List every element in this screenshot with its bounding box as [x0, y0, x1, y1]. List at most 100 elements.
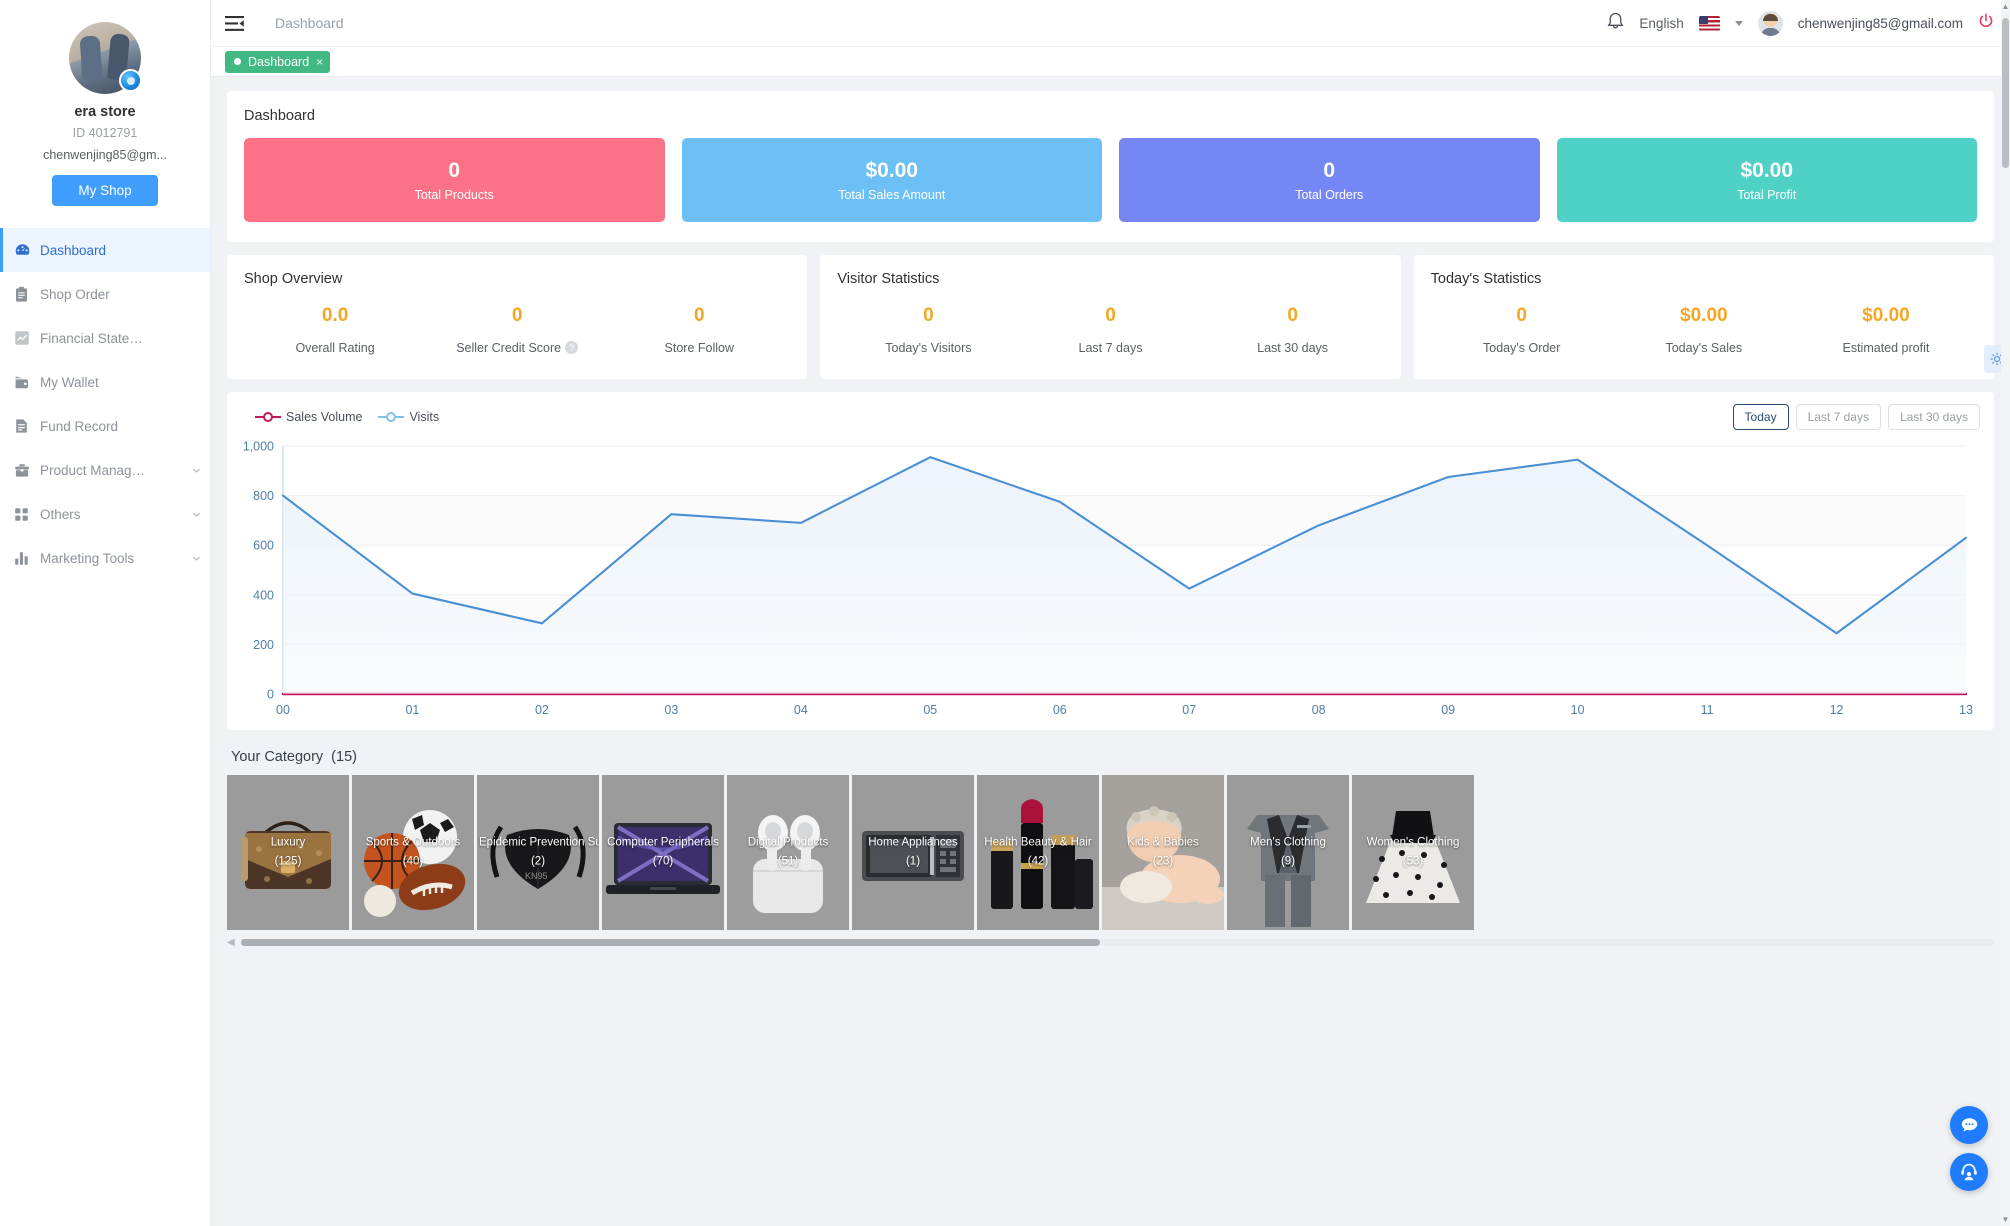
user-avatar[interactable]: [1757, 10, 1783, 36]
category-strip[interactable]: Luxury (125) Sports & Outdoors (40) KN95 Epid…: [227, 774, 1994, 930]
svg-text:0: 0: [267, 687, 274, 701]
chevron-down-icon[interactable]: [1734, 20, 1743, 26]
category-tile[interactable]: KN95 Epidemic Prevention Supplies (2): [477, 774, 599, 930]
stat-item: 0 Seller Credit Score?: [426, 304, 608, 357]
kpi-card-total-orders[interactable]: 0 Total Orders: [1119, 138, 1540, 222]
category-tile[interactable]: Home Appliances (1): [852, 774, 974, 930]
my-shop-button[interactable]: My Shop: [52, 175, 158, 206]
range-button-last-30-days[interactable]: Last 30 days: [1887, 403, 1980, 430]
main-area: Dashboard English chenwenjing85@gmail.co…: [211, 0, 2010, 1226]
stat-label-wrap: Today's Visitors: [885, 341, 971, 355]
customer-service-icon[interactable]: [1950, 1153, 1988, 1191]
stat-label-wrap: Last 7 days: [1079, 341, 1143, 355]
document-icon: [14, 418, 40, 434]
category-tile[interactable]: Health Beauty & Hair (42): [977, 774, 1099, 930]
panel-items: 0.0 Overall Rating 0 Seller Credit Score? 0 S…: [244, 304, 790, 357]
category-scrollbar[interactable]: ◀: [227, 937, 1994, 949]
category-item-count: (9): [1280, 855, 1296, 868]
svg-text:09: 09: [1441, 703, 1455, 717]
scroll-up-icon[interactable]: ▲: [2001, 2, 2010, 11]
chevron-down-icon[interactable]: [182, 465, 210, 476]
category-scroll-thumb[interactable]: [240, 939, 1100, 947]
chart-plot[interactable]: 0 200 400 600 800 1,000 00 01 02 03 04 05 06 07 08 09 10…: [241, 434, 1980, 724]
sidebar-item-my-wallet[interactable]: My Wallet: [0, 360, 210, 404]
sidebar-item-fund-record[interactable]: Fund Record: [0, 404, 210, 448]
category-item-count: (51): [777, 855, 799, 868]
clipboard-icon: [14, 286, 40, 303]
stat-value: 0: [923, 305, 934, 326]
chat-bubble-icon[interactable]: [1950, 1106, 1988, 1144]
sidebar-item-label: Fund Record: [40, 418, 119, 434]
svg-text:400: 400: [253, 588, 274, 602]
tab-close-icon[interactable]: ×: [316, 55, 323, 69]
category-tile[interactable]: Luxury (125): [227, 774, 349, 930]
category-name: Luxury: [270, 836, 306, 849]
category-scroll-track[interactable]: [240, 939, 1994, 947]
panel-today-s-statistics: Today's Statistics 0 Today's Order $0.00 Tod…: [1413, 255, 1994, 379]
grid-icon: [14, 507, 40, 522]
notification-bell-icon[interactable]: [1607, 11, 1624, 35]
category-tile[interactable]: Men's Clothing (9): [1227, 774, 1349, 930]
category-strip-wrapper: Luxury (125) Sports & Outdoors (40) KN95 Epid…: [227, 774, 1994, 949]
kpi-value: 0: [448, 159, 461, 183]
stat-item: 0 Last 7 days: [1019, 304, 1201, 357]
svg-text:01: 01: [405, 703, 419, 717]
range-button-last-7-days[interactable]: Last 7 days: [1795, 403, 1881, 430]
tab-label: Dashboard: [248, 54, 310, 69]
category-caption: Home Appliances (1): [852, 834, 974, 871]
user-email[interactable]: chenwenjing85@gmail.com: [1798, 16, 1963, 31]
category-tile[interactable]: Kids & Babies (23): [1102, 774, 1224, 930]
shop-id: ID 4012791: [72, 126, 138, 140]
chevron-down-icon[interactable]: [182, 553, 210, 564]
stat-item: 0 Today's Visitors: [837, 304, 1019, 357]
language-label[interactable]: English: [1639, 16, 1683, 31]
svg-text:200: 200: [253, 638, 274, 652]
svg-text:04: 04: [794, 703, 808, 717]
logout-power-icon[interactable]: [1978, 13, 1994, 34]
stat-label: Today's Visitors: [885, 340, 972, 355]
sidebar-item-label: Marketing Tools: [40, 550, 135, 566]
panel-items: 0 Today's Visitors 0 Last 7 days 0 Last 30 da…: [837, 304, 1383, 357]
svg-text:10: 10: [1571, 703, 1585, 717]
legend-item-sales-volume[interactable]: Sales Volume: [255, 410, 362, 424]
stat-label: Overall Rating: [295, 340, 375, 355]
us-flag-icon[interactable]: [1698, 15, 1720, 31]
category-tile[interactable]: Digital Products (51): [727, 774, 849, 930]
sidebar-item-financial-state[interactable]: Financial State…: [0, 316, 210, 360]
category-caption: Men's Clothing (9): [1227, 834, 1349, 871]
chart-range-buttons: Today Last 7 days Last 30 days: [1732, 403, 1980, 430]
menu-collapse-icon[interactable]: [225, 15, 255, 31]
sidebar-item-others[interactable]: Others: [0, 492, 210, 536]
tab-dashboard[interactable]: Dashboard ×: [225, 50, 331, 73]
kpi-card-total-sales-amount[interactable]: $0.00 Total Sales Amount: [681, 138, 1102, 222]
page-scrollbar[interactable]: ▲ ▼: [2001, 0, 2010, 1226]
content-scroll-area[interactable]: Dashboard 0 Total Products $0.00 Total Sale…: [211, 77, 2010, 1226]
kpi-card-total-products[interactable]: 0 Total Products: [244, 138, 665, 222]
help-question-icon[interactable]: ?: [565, 341, 579, 355]
sidebar-item-marketing-tools[interactable]: Marketing Tools: [0, 536, 210, 580]
category-item-count: (70): [652, 855, 674, 868]
kpi-label: Total Orders: [1295, 187, 1364, 202]
category-tile[interactable]: Computer Peripherals (70): [602, 774, 724, 930]
shop-email: chenwenjing85@gm...: [43, 148, 167, 162]
floating-action-buttons: [1950, 1106, 1988, 1191]
scroll-down-icon[interactable]: ▼: [2001, 1215, 2010, 1224]
category-tile[interactable]: Women's Clothing (53): [1352, 774, 1474, 930]
page-scroll-thumb[interactable]: [2002, 18, 2009, 168]
category-caption: Digital Products (51): [727, 834, 849, 871]
category-tile[interactable]: Sports & Outdoors (40): [352, 774, 474, 930]
sidebar-item-shop-order[interactable]: Shop Order: [0, 272, 210, 316]
range-button-today[interactable]: Today: [1732, 403, 1789, 430]
category-count: (15): [331, 748, 357, 765]
chevron-down-icon[interactable]: [182, 509, 210, 520]
svg-text:1,000: 1,000: [243, 439, 274, 453]
sidebar-item-product-manag[interactable]: Product Manag…: [0, 448, 210, 492]
category-item-count: (40): [402, 855, 424, 868]
panel-title: Visitor Statistics: [837, 271, 940, 287]
legend-marker-icon: [378, 411, 405, 422]
legend-item-visits[interactable]: Visits: [378, 410, 439, 424]
kpi-card-total-profit[interactable]: $0.00 Total Profit: [1556, 138, 1977, 222]
scroll-left-icon[interactable]: ◀: [227, 937, 235, 948]
category-item-count: (2): [530, 855, 546, 868]
sidebar-item-dashboard[interactable]: Dashboard: [0, 228, 210, 272]
